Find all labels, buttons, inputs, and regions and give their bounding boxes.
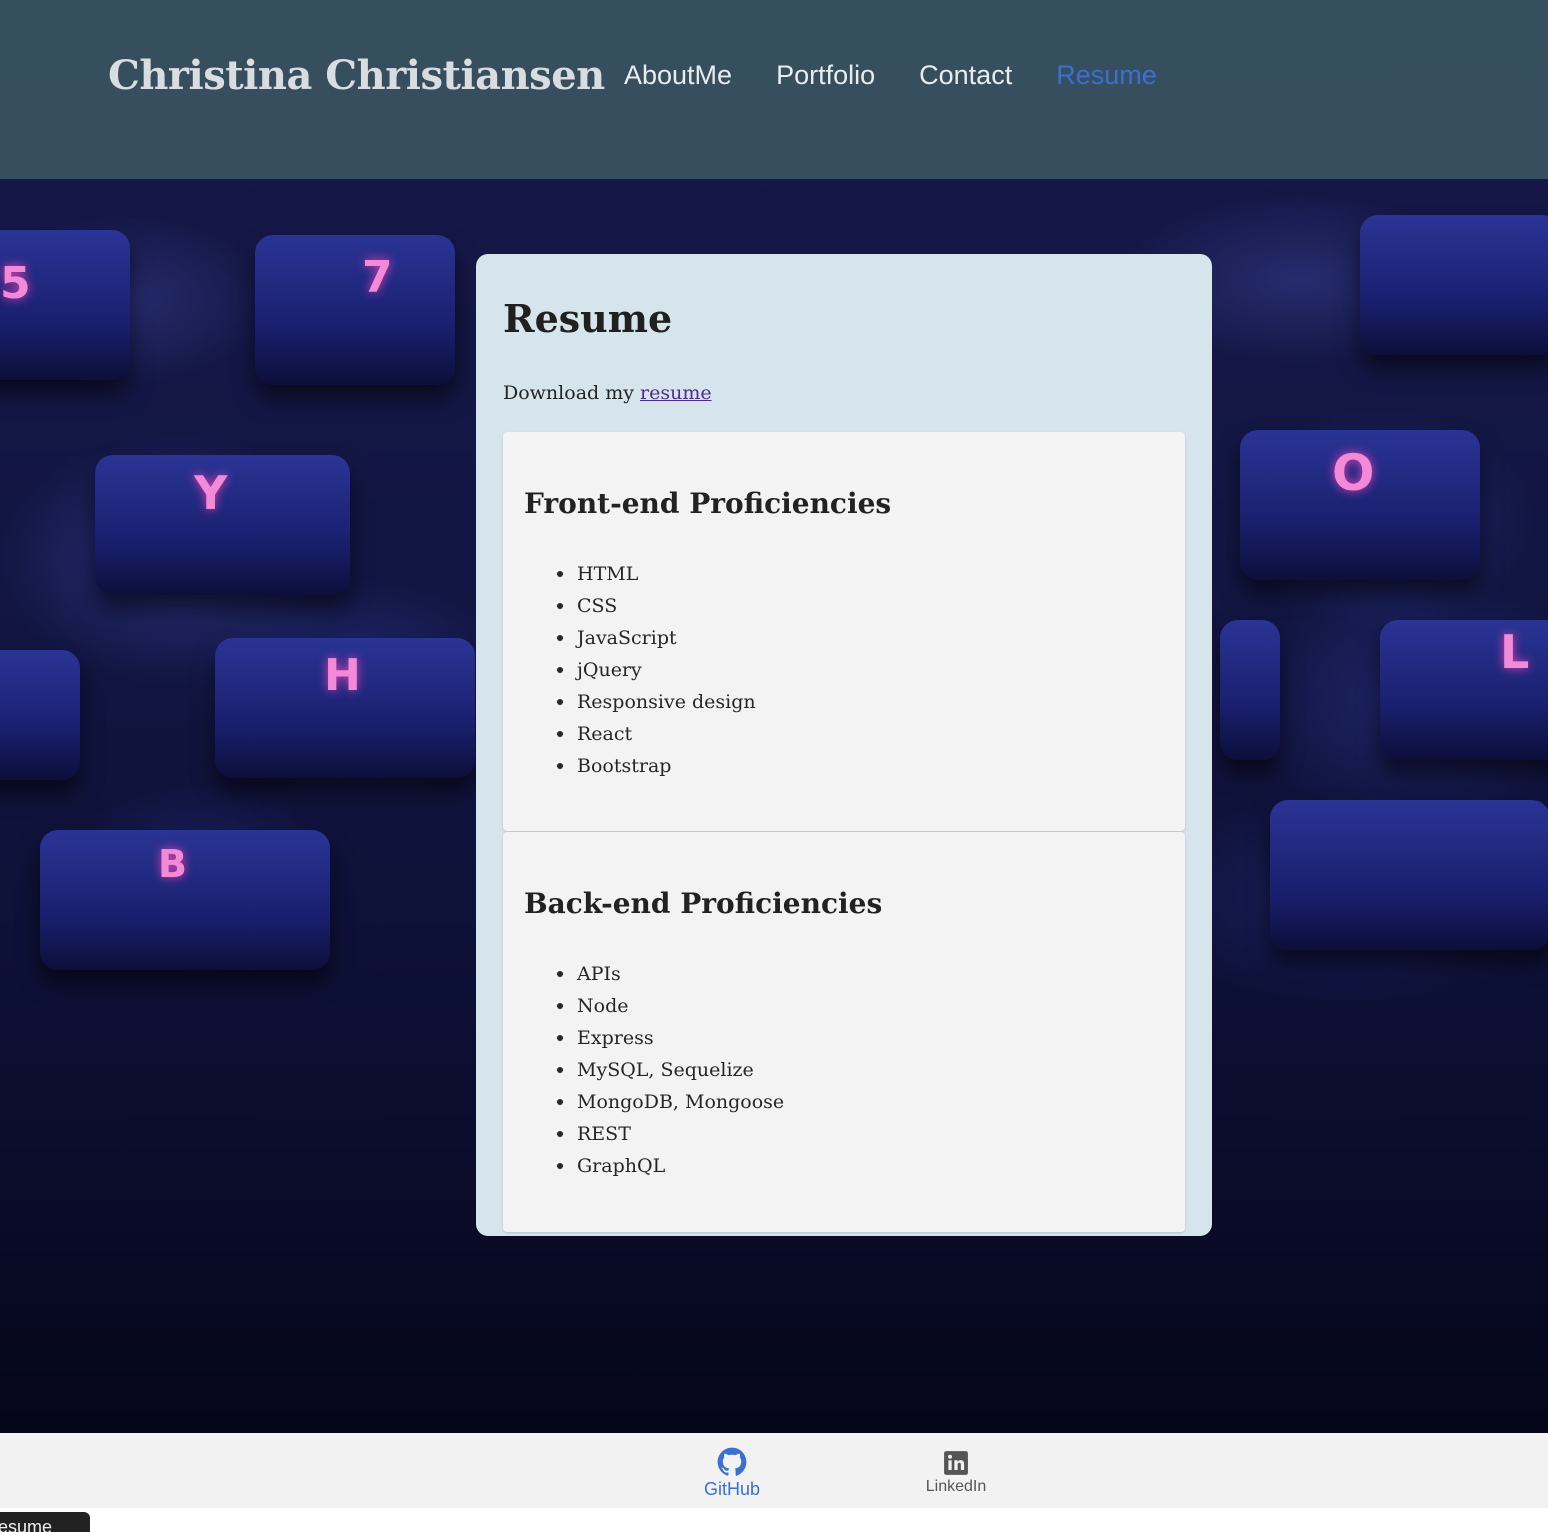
back-end-title: Back-end Proficiencies <box>524 887 883 920</box>
front-end-title: Front-end Proficiencies <box>524 487 892 520</box>
resume-card: Resume Download my resume Front-end Prof… <box>476 254 1212 1236</box>
main-nav: AboutMe Portfolio Contact Resume <box>624 60 1157 91</box>
keycap <box>0 650 80 780</box>
key-label: B <box>158 842 187 886</box>
back-end-list: APIs Node Express MySQL, Sequelize Mongo… <box>557 958 784 1182</box>
download-prefix: Download my <box>503 382 634 404</box>
key-label: 7 <box>362 252 393 303</box>
list-item: Node <box>557 990 784 1022</box>
list-item: APIs <box>557 958 784 990</box>
list-item: Express <box>557 1022 784 1054</box>
key-label: H <box>324 650 361 701</box>
keycap <box>1220 620 1280 760</box>
list-item: MySQL, Sequelize <box>557 1054 784 1086</box>
linkedin-label: LinkedIn <box>925 1478 987 1495</box>
site-header: Christina Christiansen AboutMe Portfolio… <box>0 0 1548 179</box>
github-icon <box>717 1447 747 1476</box>
list-item: React <box>557 718 756 750</box>
key-label: O <box>1332 444 1375 502</box>
keycap <box>1270 800 1548 950</box>
list-item: JavaScript <box>557 622 756 654</box>
nav-link-resume[interactable]: Resume <box>1056 60 1157 91</box>
list-item: jQuery <box>557 654 756 686</box>
resume-download-link[interactable]: resume <box>640 382 712 404</box>
list-item: CSS <box>557 590 756 622</box>
list-item: Responsive design <box>557 686 756 718</box>
key-label: L <box>1500 625 1530 679</box>
list-item: MongoDB, Mongoose <box>557 1086 784 1118</box>
list-item: HTML <box>557 558 756 590</box>
github-link[interactable]: GitHub <box>700 1447 764 1500</box>
keycap <box>255 235 455 385</box>
github-label: GitHub <box>703 1479 761 1499</box>
nav-link-contact[interactable]: Contact <box>919 60 1012 91</box>
linkedin-icon <box>944 1451 968 1475</box>
nav-link-aboutme[interactable]: AboutMe <box>624 60 732 91</box>
page-title: Resume <box>503 296 673 341</box>
link-tooltip: esume <box>0 1512 90 1532</box>
download-text: Download my resume <box>503 382 712 404</box>
key-label: 5 <box>0 258 31 309</box>
linkedin-link[interactable]: LinkedIn <box>922 1447 990 1496</box>
back-end-section: Back-end Proficiencies APIs Node Express… <box>503 832 1185 1232</box>
key-label: Y <box>194 466 228 520</box>
front-end-section: Front-end Proficiencies HTML CSS JavaScr… <box>503 432 1185 831</box>
nav-link-portfolio[interactable]: Portfolio <box>776 60 875 91</box>
list-item: REST <box>557 1118 784 1150</box>
site-footer: GitHub LinkedIn <box>0 1433 1548 1508</box>
list-item: Bootstrap <box>557 750 756 782</box>
keycap <box>1360 215 1548 355</box>
front-end-list: HTML CSS JavaScript jQuery Responsive de… <box>557 558 756 782</box>
site-name[interactable]: Christina Christiansen <box>108 52 605 99</box>
list-item: GraphQL <box>557 1150 784 1182</box>
